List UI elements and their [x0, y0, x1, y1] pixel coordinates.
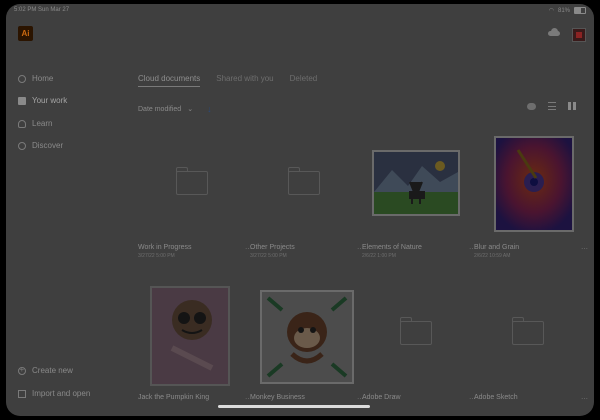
document-date: 3/27/22 5:00 PM — [138, 253, 175, 259]
cloud-sync-icon[interactable] — [527, 102, 536, 110]
sort-label: Date modified — [138, 105, 182, 113]
artwork-thumbnail — [138, 286, 246, 386]
tabs: Cloud documents Shared with you Deleted — [138, 74, 317, 87]
document-name: Jack the Pumpkin King — [138, 394, 210, 401]
status-time: 5:02 PM Sun Mar 27 — [14, 7, 69, 13]
document-card-other-projects[interactable]: Other Projects 3/27/22 5:00 PM ⋯ — [250, 136, 364, 259]
monkey-image — [262, 292, 352, 382]
folder-thumbnail — [250, 136, 358, 236]
document-date: 2/6/22 1:00 PM — [362, 253, 396, 259]
tab-shared-with-you[interactable]: Shared with you — [216, 74, 273, 87]
sidebar-item-label: Discover — [32, 141, 64, 150]
landscape-artwork — [372, 150, 460, 216]
tab-cloud-documents[interactable]: Cloud documents — [138, 74, 201, 87]
tab-deleted[interactable]: Deleted — [290, 74, 318, 87]
sidebar-item-label: Learn — [32, 119, 53, 128]
landscape-image — [374, 152, 458, 214]
app-logo: Ai — [18, 26, 33, 41]
document-card-monkey-business[interactable]: Monkey Business ⋯ — [250, 286, 364, 403]
sidebar: Home Your work Learn Discover Create new… — [6, 54, 126, 416]
wifi-icon: ◠ — [548, 8, 554, 14]
document-date: 3/27/22 5:00 PM — [250, 253, 287, 259]
document-card-elements-of-nature[interactable]: Elements of Nature 2/6/22 1:00 PM ⋯ — [362, 136, 476, 259]
document-card-work-in-progress[interactable]: Work in Progress 3/27/22 5:00 PM ⋯ — [138, 136, 252, 259]
sidebar-item-learn[interactable]: Learn — [18, 119, 52, 128]
learn-icon — [18, 119, 26, 128]
home-indicator[interactable] — [218, 405, 370, 408]
document-name: Adobe Draw — [362, 394, 401, 401]
document-name: Other Projects — [250, 244, 295, 251]
screen: 5:02 PM Sun Mar 27 ◠ 81% Ai Home Your wo… — [6, 4, 594, 416]
folder-icon — [400, 317, 432, 345]
cloud-icon[interactable] — [548, 28, 560, 36]
folder-icon — [288, 167, 320, 195]
sidebar-item-discover[interactable]: Discover — [18, 141, 63, 150]
blur-artwork — [494, 136, 574, 232]
sidebar-item-your-work[interactable]: Your work — [18, 96, 67, 105]
status-bar: 5:02 PM Sun Mar 27 ◠ 81% — [6, 4, 594, 18]
battery-icon — [574, 7, 586, 14]
document-card-blur-and-grain[interactable]: Blur and Grain 2/6/22 10:59 AM ⋯ — [474, 136, 588, 259]
create-new-button[interactable]: Create new — [18, 365, 73, 375]
import-icon — [18, 389, 26, 398]
sidebar-item-label: Home — [32, 74, 54, 83]
folder-icon — [176, 167, 208, 195]
create-new-label: Create new — [32, 366, 73, 375]
document-name: Work in Progress — [138, 244, 192, 251]
import-open-button[interactable]: Import and open — [18, 389, 90, 398]
folder-icon — [512, 317, 544, 345]
sort-bar[interactable]: Date modified ⌄ ↓ — [138, 104, 212, 114]
import-open-label: Import and open — [32, 389, 91, 398]
sidebar-item-home[interactable]: Home — [18, 74, 53, 83]
folder-thumbnail — [474, 286, 582, 386]
monkey-artwork — [260, 290, 354, 384]
document-name: Elements of Nature — [362, 244, 422, 251]
document-card-jack-the-pumpkin-king[interactable]: Jack the Pumpkin King ⋯ — [138, 286, 252, 403]
grid-view-icon[interactable] — [568, 102, 576, 110]
folder-icon — [18, 96, 26, 105]
status-date-text: Sun Mar 27 — [38, 7, 70, 13]
document-name: Blur and Grain — [474, 244, 520, 251]
folder-thumbnail — [138, 136, 246, 236]
more-icon[interactable]: ⋯ — [581, 395, 588, 403]
avatar[interactable] — [572, 28, 586, 42]
pumpkin-image — [152, 288, 228, 384]
artwork-thumbnail — [250, 286, 358, 386]
document-name: Adobe Sketch — [474, 394, 518, 401]
app-bar: Ai — [6, 18, 594, 54]
main-content: Cloud documents Shared with you Deleted … — [130, 54, 594, 416]
blur-image — [496, 138, 572, 230]
document-date: 2/6/22 10:59 AM — [474, 253, 511, 259]
artwork-thumbnail — [474, 136, 582, 236]
artwork-thumbnail — [362, 136, 470, 236]
sort-direction-icon[interactable]: ↓ — [207, 104, 212, 114]
device-frame: 5:02 PM Sun Mar 27 ◠ 81% Ai Home Your wo… — [0, 0, 600, 420]
view-controls — [527, 102, 576, 110]
battery-text: 81% — [557, 7, 570, 14]
document-name: Monkey Business — [250, 394, 305, 401]
pumpkin-artwork — [150, 286, 230, 386]
status-right: ◠ 81% — [549, 7, 586, 14]
document-card-adobe-sketch[interactable]: Adobe Sketch ⋯ — [474, 286, 588, 403]
plus-icon — [18, 365, 26, 375]
more-icon[interactable]: ⋯ — [581, 245, 588, 253]
status-time-text: 5:02 PM — [14, 7, 37, 13]
folder-thumbnail — [362, 286, 470, 386]
list-view-icon[interactable] — [548, 102, 556, 110]
discover-icon — [18, 141, 26, 150]
home-icon — [18, 74, 26, 83]
sidebar-item-label: Your work — [32, 96, 68, 105]
document-card-adobe-draw[interactable]: Adobe Draw ⋯ — [362, 286, 476, 403]
chevron-down-icon: ⌄ — [187, 106, 194, 113]
